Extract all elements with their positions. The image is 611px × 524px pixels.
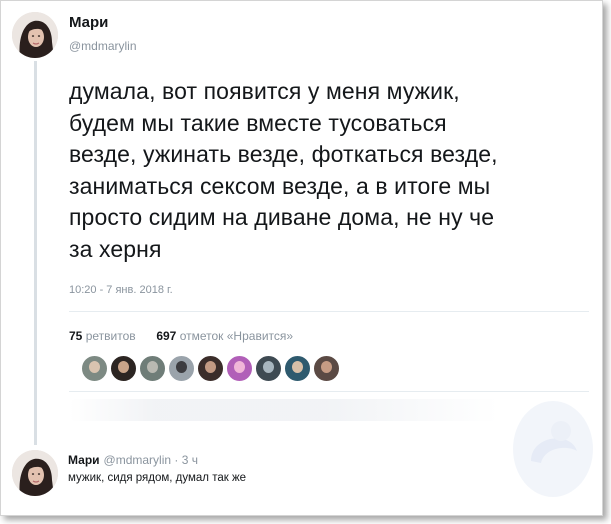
liker-face-icon	[263, 361, 274, 373]
blurred-region	[69, 399, 499, 421]
liker-face-icon	[147, 361, 158, 373]
liker-face-icon	[89, 361, 100, 373]
reply-avatar[interactable]	[12, 450, 58, 496]
liker-avatar-7[interactable]	[255, 355, 282, 382]
author-name[interactable]: Мари	[69, 14, 108, 31]
engagement-stats: 75 ретвитов 697 отметок «Нравится»	[69, 329, 293, 343]
avatar[interactable]	[12, 12, 58, 58]
reply-text: мужик, сидя рядом, думал так же	[68, 472, 247, 484]
retweets-count: 75	[69, 329, 83, 343]
retweets-label: ретвитов	[85, 329, 136, 343]
tweet-text: думала, вот появится у меня мужик, будем…	[69, 78, 498, 262]
liker-avatar-2[interactable]	[110, 355, 137, 382]
liker-avatar-1[interactable]	[81, 355, 108, 382]
liker-avatar-5[interactable]	[197, 355, 224, 382]
likes-stat[interactable]: 697 отметок «Нравится»	[156, 329, 293, 343]
watermark-icon	[513, 401, 593, 497]
liker-face-icon	[292, 361, 303, 373]
profile-photo-icon	[12, 450, 58, 496]
reply-handle-time[interactable]: @mdmarylin · 3 ч	[104, 453, 198, 467]
liker-face-icon	[205, 361, 216, 373]
reply-header: Мари @mdmarylin · 3 ч	[68, 453, 198, 467]
tweet-timestamp[interactable]: 10:20 - 7 янв. 2018 г.	[69, 284, 173, 296]
liker-face-icon	[234, 361, 245, 373]
liker-avatar-9[interactable]	[313, 355, 340, 382]
liker-face-icon	[321, 361, 332, 373]
likes-label: отметок «Нравится»	[179, 329, 294, 343]
liker-avatar-4[interactable]	[168, 355, 195, 382]
profile-photo-icon	[12, 12, 58, 58]
reply-author-name[interactable]: Мари	[68, 453, 100, 467]
liker-face-icon	[176, 361, 187, 373]
liker-avatars	[81, 355, 340, 382]
liker-face-icon	[118, 361, 129, 373]
retweets-stat[interactable]: 75 ретвитов	[69, 329, 139, 343]
divider	[69, 311, 589, 312]
liker-avatar-8[interactable]	[284, 355, 311, 382]
likes-count: 697	[156, 329, 177, 343]
liker-avatar-3[interactable]	[139, 355, 166, 382]
liker-avatar-6[interactable]	[226, 355, 253, 382]
author-handle[interactable]: @mdmarylin	[69, 39, 137, 53]
thread-connector-line	[34, 61, 37, 445]
tweet-screenshot-frame: Мари @mdmarylin думала, вот появится у м…	[0, 0, 603, 516]
